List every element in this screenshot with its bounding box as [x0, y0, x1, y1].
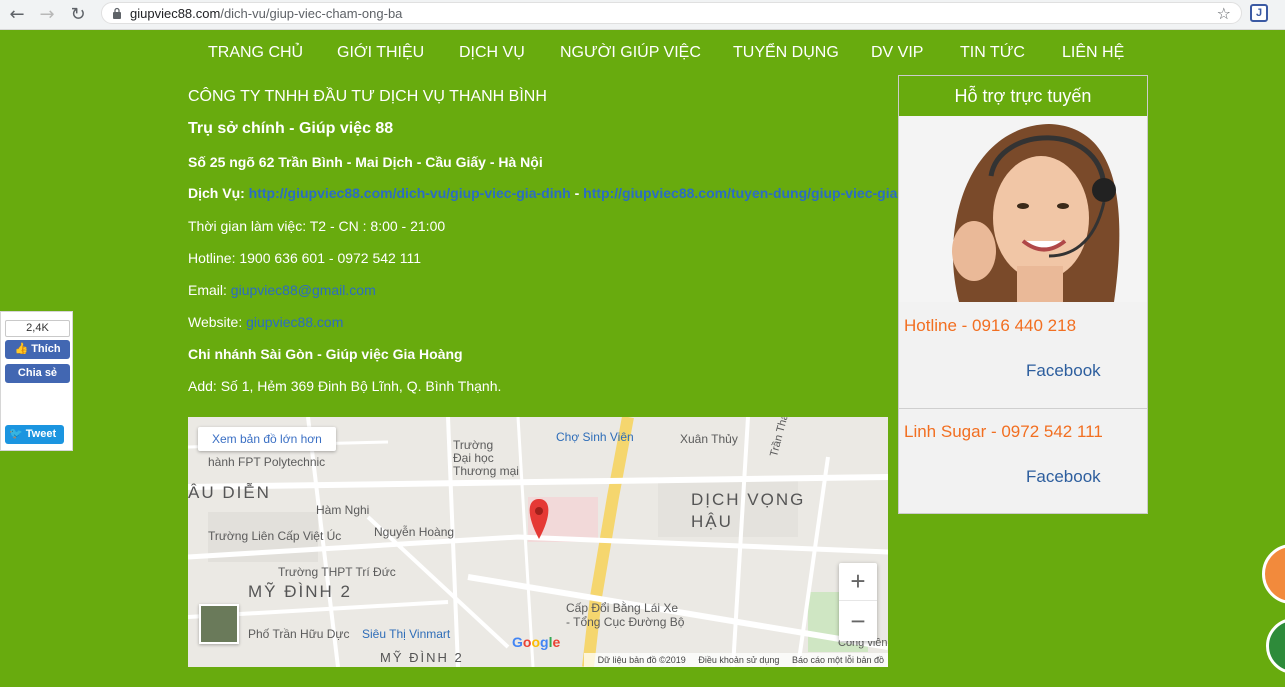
map-attribution: Dữ liệu bản đồ ©2019 Điều khoản sử dụng …: [583, 653, 888, 667]
like-label: Thích: [31, 343, 61, 355]
head-office-title: Trụ sở chính - Giúp việc 88: [188, 120, 394, 137]
online-support-panel: Hỗ trợ trực tuyến Hotline - 0916 440 218…: [898, 75, 1148, 514]
url-path: /dich-vu/giup-viec-cham-ong-ba: [220, 6, 403, 21]
nav-contact[interactable]: LIÊN HỆ: [1062, 44, 1124, 62]
satellite-toggle[interactable]: [199, 604, 239, 644]
head-office-address: Số 25 ngõ 62 Trần Bình - Mai Dịch - Cầu …: [188, 154, 543, 170]
contact-linh-sugar-facebook-link[interactable]: Facebook: [1026, 467, 1101, 487]
website-line: Website: giupviec88.com: [188, 314, 343, 330]
zoom-out-button[interactable]: −: [839, 602, 877, 640]
map-label: MỸ ĐÌNH 2: [380, 650, 464, 665]
nav-home[interactable]: TRANG CHỦ: [208, 44, 303, 62]
extension-icon[interactable]: J: [1250, 4, 1268, 22]
map-label: hành FPT Polytechnic: [208, 455, 326, 469]
map-label: Trường THPT Trí Đức: [278, 565, 396, 579]
website-label: Website:: [188, 314, 243, 330]
phone-float-icon[interactable]: [1266, 618, 1285, 674]
url-host: giupviec88.com: [130, 6, 221, 21]
address-bar[interactable]: giupviec88.com/dich-vu/giup-viec-cham-on…: [101, 2, 1242, 24]
map-terms-link[interactable]: Điều khoản sử dụng: [698, 655, 779, 665]
agent-illustration: [899, 116, 1147, 302]
contact-hotline: Hotline - 0916 440 218: [904, 316, 1077, 335]
contact-linh-sugar: Linh Sugar - 0972 542 111: [904, 422, 1103, 441]
services-label: Dịch Vụ:: [188, 185, 245, 201]
messenger-float-icon[interactable]: [1262, 544, 1285, 604]
thumbs-up-icon: 👍: [14, 343, 29, 355]
nav-about[interactable]: GIỚI THIỆU: [337, 44, 424, 62]
tweet-label: Tweet: [25, 428, 57, 440]
nav-recruitment[interactable]: TUYỂN DỤNG: [733, 44, 839, 62]
map-label: MỸ ĐÌNH 2: [248, 582, 352, 601]
branch-title: Chi nhánh Sài Gòn - Giúp việc Gia Hoàng: [188, 346, 463, 362]
map-label: Hàm Nghi: [316, 503, 370, 517]
working-hours: Thời gian làm việc: T2 - CN : 8:00 - 21:…: [188, 218, 446, 234]
map-report-link[interactable]: Báo cáo một lỗi bản đồ: [792, 655, 884, 665]
facebook-like-button[interactable]: 👍 Thích: [5, 340, 70, 359]
map-label: Chợ Sinh Viên: [556, 430, 634, 444]
map-label: Cấp Đổi Bằng Lái Xe: [566, 601, 679, 615]
service-link-recruit[interactable]: http://giupviec88.com/tuyen-dung/giup-vi…: [583, 185, 897, 201]
main-navigation: TRANG CHỦ GIỚI THIỆU DỊCH VỤ NGƯỜI GIÚP …: [0, 30, 1285, 75]
map-label: Xuân Thủy: [680, 432, 738, 446]
services-line: Dịch Vụ: http://giupviec88.com/dich-vu/g…: [188, 185, 898, 201]
reload-icon[interactable]: ↻: [67, 3, 89, 25]
map-data-credit: Dữ liệu bản đồ ©2019: [597, 655, 686, 665]
divider: [899, 408, 1147, 409]
map-label: Trường Đại học Thương mại: [453, 438, 519, 478]
zoom-controls: + −: [839, 563, 877, 641]
browser-toolbar: ← → ↻ giupviec88.com/dich-vu/giup-viec-c…: [0, 0, 1285, 30]
email-label: Email:: [188, 282, 227, 298]
contact-hotline-facebook-link[interactable]: Facebook: [1026, 361, 1101, 381]
map-label: ÂU DIỄN: [188, 483, 271, 502]
support-agent-photo: [899, 116, 1147, 302]
support-title: Hỗ trợ trực tuyến: [899, 76, 1147, 116]
service-link-family[interactable]: http://giupviec88.com/dich-vu/giup-viec-…: [249, 185, 571, 201]
map-label: Siêu Thị Vinmart: [362, 627, 451, 641]
bookmark-star-icon[interactable]: ☆: [1217, 4, 1231, 23]
services-separator: -: [570, 185, 584, 201]
nav-vip[interactable]: DV VIP: [871, 44, 923, 62]
company-name: CÔNG TY TNHH ĐẦU TƯ DỊCH VỤ THANH BÌNH: [188, 88, 547, 105]
social-share-box: 2,4K 👍 Thích Chia sẻ 🐦 Tweet: [0, 311, 73, 451]
zoom-in-button[interactable]: +: [839, 563, 877, 601]
map-label: - Tổng Cục Đường Bộ: [566, 615, 685, 629]
nav-services[interactable]: DỊCH VỤ: [459, 44, 525, 62]
enlarge-map-link[interactable]: Xem bản đồ lớn hơn: [198, 427, 336, 451]
lock-icon: [113, 7, 121, 19]
back-arrow-icon[interactable]: ←: [6, 3, 28, 25]
hotline-text: Hotline: 1900 636 601 - 0972 542 111: [188, 250, 422, 266]
facebook-share-button[interactable]: Chia sẻ: [5, 364, 70, 383]
email-link[interactable]: giupviec88@gmail.com: [231, 282, 376, 298]
google-logo: Google: [512, 634, 561, 650]
email-line: Email: giupviec88@gmail.com: [188, 282, 376, 298]
map-label: Phố Trần Hữu Dực: [248, 627, 350, 641]
map-label: Nguyễn Hoàng: [374, 525, 455, 539]
nav-helpers[interactable]: NGƯỜI GIÚP VIỆC: [560, 44, 701, 62]
like-count: 2,4K: [5, 320, 70, 337]
forward-arrow-icon[interactable]: →: [36, 3, 58, 25]
twitter-bird-icon: 🐦: [9, 428, 23, 440]
website-link[interactable]: giupviec88.com: [246, 314, 343, 330]
branch-address: Add: Số 1, Hẻm 369 Đinh Bộ Lĩnh, Q. Bình…: [188, 378, 502, 394]
google-map[interactable]: Xem bản đồ lớn hơn hành FPT Polytechnic …: [188, 417, 888, 667]
map-label: DỊCH VỌNG HẬU: [691, 490, 806, 531]
tweet-button[interactable]: 🐦 Tweet: [5, 425, 64, 444]
map-label: Trường Liên Cấp Việt Úc: [208, 529, 342, 543]
url-text: giupviec88.com/dich-vu/giup-viec-cham-on…: [130, 6, 402, 21]
nav-news[interactable]: TIN TỨC: [960, 44, 1025, 62]
